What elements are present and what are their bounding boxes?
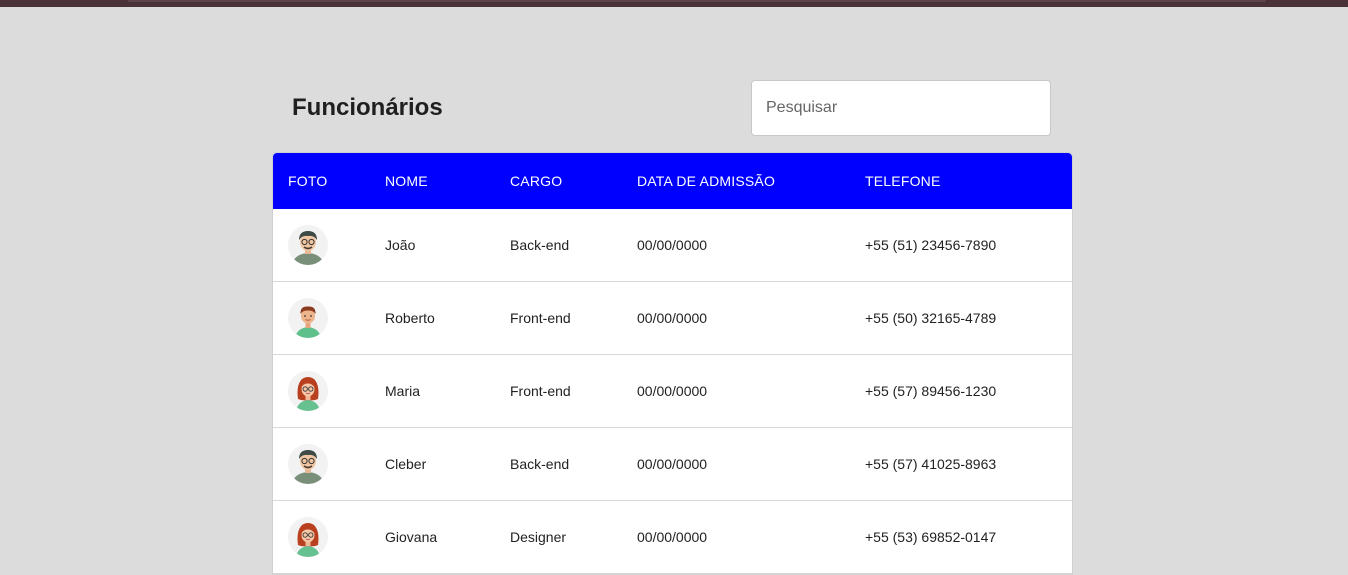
table-row[interactable]: Roberto Front-end 00/00/0000 +55 (50) 32… (273, 282, 1072, 355)
header-foto: FOTO (288, 173, 328, 189)
table-header: FOTO NOME CARGO DATA DE ADMISSÃO TELEFON… (273, 153, 1072, 209)
employees-table: FOTO NOME CARGO DATA DE ADMISSÃO TELEFON… (272, 152, 1073, 575)
cell-cargo: Front-end (510, 310, 571, 326)
header-cargo: CARGO (510, 173, 563, 189)
cell-cargo: Designer (510, 529, 567, 545)
cell-telefone: +55 (57) 41025-8963 (865, 456, 997, 472)
female-redhead-avatar-icon (288, 371, 328, 411)
cell-nome: Giovana (385, 529, 438, 545)
cell-nome: Cleber (385, 456, 427, 472)
header-telefone: TELEFONE (865, 173, 941, 189)
table-row[interactable]: João Back-end 00/00/0000 +55 (51) 23456-… (273, 209, 1072, 282)
cell-cargo: Back-end (510, 456, 570, 472)
top-bar (0, 0, 1348, 7)
avatar (288, 371, 328, 411)
cell-data-admissao: 00/00/0000 (637, 237, 708, 253)
header-nome: NOME (385, 173, 428, 189)
cell-nome: João (385, 237, 416, 253)
cell-cargo: Back-end (510, 237, 570, 253)
cell-telefone: +55 (57) 89456-1230 (865, 383, 997, 399)
male-young-avatar-icon (288, 298, 328, 338)
cell-data-admissao: 00/00/0000 (637, 383, 708, 399)
table-row[interactable]: Giovana Designer 00/00/0000 +55 (53) 698… (273, 501, 1072, 574)
avatar (288, 517, 328, 557)
avatar (288, 225, 328, 265)
cell-telefone: +55 (53) 69852-0147 (865, 529, 997, 545)
avatar (288, 444, 328, 484)
female-redhead-avatar-icon (288, 517, 328, 557)
cell-telefone: +55 (50) 32165-4789 (865, 310, 997, 326)
table-row[interactable]: Maria Front-end 00/00/0000 +55 (57) 8945… (273, 355, 1072, 428)
table-row[interactable]: Cleber Back-end 00/00/0000 +55 (57) 4102… (273, 428, 1072, 501)
cell-nome: Roberto (385, 310, 435, 326)
cell-cargo: Front-end (510, 383, 571, 399)
page-title: Funcionários (292, 94, 443, 121)
cell-data-admissao: 00/00/0000 (637, 529, 708, 545)
cell-data-admissao: 00/00/0000 (637, 456, 708, 472)
male-glasses-avatar-icon (288, 225, 328, 265)
avatar (288, 298, 328, 338)
male-glasses-avatar-icon (288, 444, 328, 484)
cell-data-admissao: 00/00/0000 (637, 310, 708, 326)
cell-nome: Maria (385, 383, 421, 399)
top-bar-inner (128, 0, 1266, 2)
header-data-admissao: DATA DE ADMISSÃO (637, 173, 776, 189)
cell-telefone: +55 (51) 23456-7890 (865, 237, 997, 253)
search-input[interactable] (751, 80, 1051, 136)
